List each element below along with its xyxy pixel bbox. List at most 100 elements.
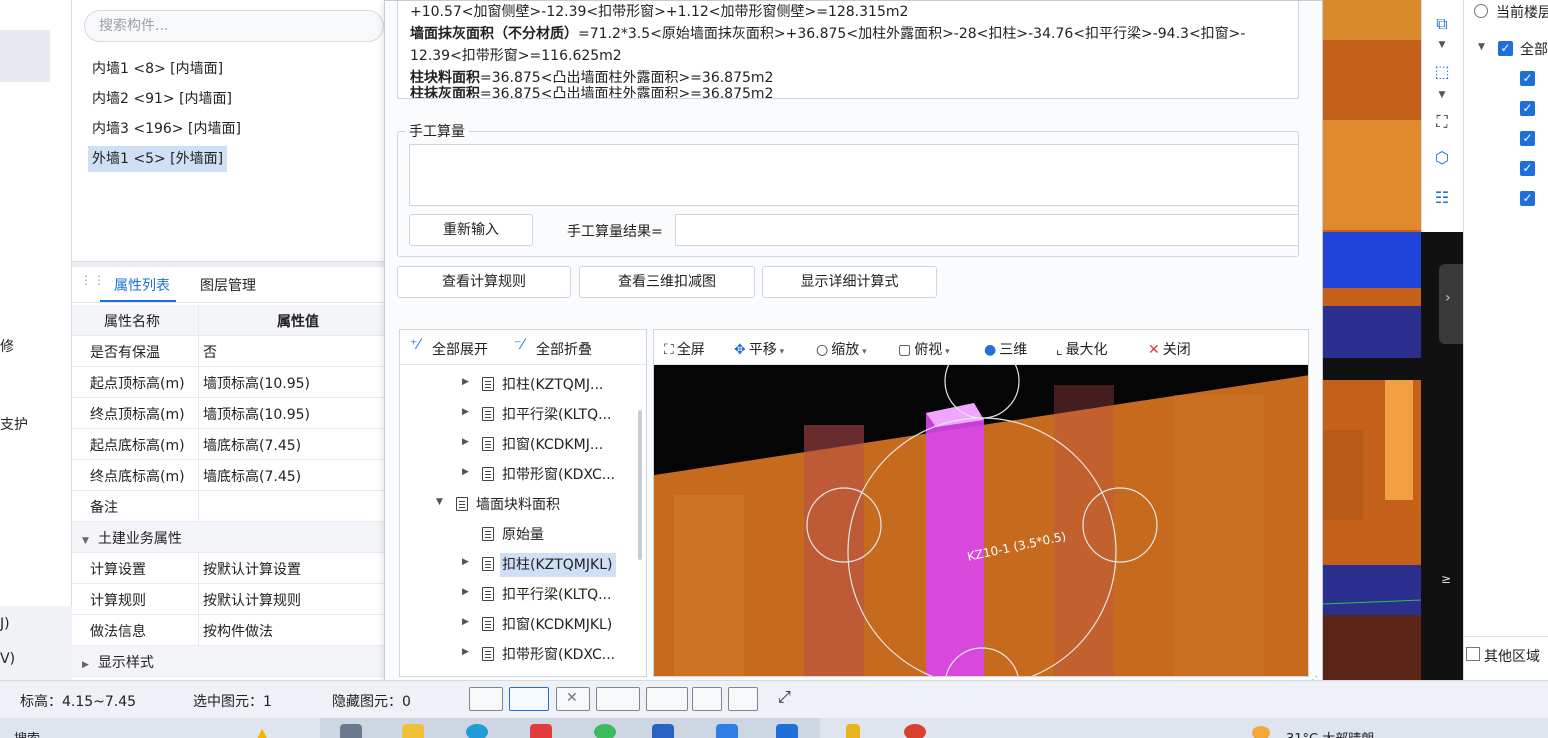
- layer-checkbox[interactable]: ✓: [1520, 131, 1535, 146]
- app-icon[interactable]: [904, 724, 926, 738]
- tree-row[interactable]: ▶ 扣窗(KCDKMJ...: [400, 430, 636, 460]
- tree-row[interactable]: ▶ 扣平行梁(KLTQ...: [400, 400, 636, 430]
- tree-row[interactable]: ▶ 扣平行梁(KLTQ...: [400, 580, 636, 610]
- cube-icon[interactable]: ⬚: [1432, 62, 1452, 82]
- component-item-selected[interactable]: 外墙1 <5> [外墙面]: [88, 146, 228, 172]
- angle-button[interactable]: [596, 687, 640, 711]
- tab-property-list[interactable]: 属性列表: [114, 275, 170, 295]
- layer-checkbox[interactable]: ✓: [1520, 161, 1535, 176]
- app-icon[interactable]: [716, 724, 738, 738]
- view-rules-button[interactable]: 查看计算规则: [397, 266, 571, 298]
- layer-checkbox[interactable]: ✓: [1520, 71, 1535, 86]
- offset-button[interactable]: [646, 687, 688, 711]
- tree-row[interactable]: ▶ 扣窗(KCDKMJKL): [400, 610, 636, 640]
- maximize-tool[interactable]: ⌞ 最大化: [1056, 339, 1108, 359]
- component-item[interactable]: 内墙1 <8> [内墙面]: [88, 56, 227, 82]
- zoom-tool[interactable]: ○ 缩放 ▾: [816, 339, 867, 359]
- property-row[interactable]: 做法信息 按构件做法: [72, 615, 390, 646]
- tree-row[interactable]: ▶ 扣带形窗(KDXC...: [400, 460, 636, 490]
- app-icon[interactable]: [594, 724, 616, 738]
- expand-arrow-icon[interactable]: ▶: [462, 407, 469, 417]
- three-d-tool[interactable]: ● 三维: [984, 339, 1027, 359]
- 3d-box-icon[interactable]: ⬡: [1432, 148, 1452, 168]
- view-3d-deduction-button[interactable]: 查看三维扣减图: [579, 266, 755, 298]
- left-edge-label[interactable]: 支护: [0, 414, 28, 434]
- component-search-input[interactable]: 搜索构件...: [84, 10, 384, 42]
- collapse-all-icon[interactable]: ⁻⁄: [514, 337, 524, 353]
- drag-handle-icon[interactable]: ⋮⋮: [80, 274, 105, 291]
- property-value[interactable]: 墙底标高(7.45): [203, 466, 390, 486]
- copilot-icon[interactable]: ▲: [256, 724, 268, 738]
- tree-row[interactable]: ▶ 扣柱(KZTQMJ...: [400, 370, 636, 400]
- pan-tool[interactable]: ✥ 平移 ▾: [734, 339, 784, 359]
- component-item[interactable]: 内墙3 <196> [内墙面]: [88, 116, 245, 142]
- property-row[interactable]: 计算设置 按默认计算设置: [72, 553, 390, 584]
- expand-arrow-icon[interactable]: ▶: [462, 467, 469, 477]
- weather-text[interactable]: 31°C 大部晴朗: [1286, 728, 1374, 738]
- side-panel-handle[interactable]: › ≥: [1421, 232, 1463, 680]
- layer-visibility-icon[interactable]: ☷: [1432, 188, 1452, 208]
- manual-result-input[interactable]: [675, 214, 1299, 246]
- expand-arrow-icon[interactable]: ▶: [462, 377, 469, 387]
- property-row[interactable]: 计算规则 按默认计算规则: [72, 584, 390, 615]
- select-region-icon[interactable]: ⛶: [1432, 112, 1452, 132]
- property-group-civil[interactable]: ▼ 土建业务属性: [72, 522, 390, 553]
- dropdown-arrow-icon[interactable]: ▼: [1432, 40, 1452, 60]
- app-icon[interactable]: [776, 724, 798, 738]
- reinput-button[interactable]: 重新输入: [409, 214, 533, 246]
- tree-row[interactable]: ▶ 扣带形窗(KDXC...: [400, 640, 636, 670]
- expand-all-button[interactable]: 全部展开: [432, 339, 488, 359]
- app-icon[interactable]: [846, 724, 860, 738]
- show-detail-formula-button[interactable]: 显示详细计算式: [762, 266, 937, 298]
- radio-current-floor[interactable]: [1474, 4, 1488, 18]
- property-value[interactable]: 墙顶标高(10.95): [203, 373, 390, 393]
- expand-arrow-icon[interactable]: ▶: [82, 660, 89, 670]
- property-row[interactable]: 备注: [72, 491, 390, 522]
- dropdown-arrow-icon[interactable]: ▼: [1432, 90, 1452, 110]
- taskview-icon[interactable]: [340, 724, 362, 738]
- left-edge-label[interactable]: V): [0, 651, 15, 667]
- layer-checkbox[interactable]: ✓: [1520, 101, 1535, 116]
- panel-toggle-tab[interactable]: [1439, 264, 1463, 344]
- collapse-all-button[interactable]: 全部折叠: [536, 339, 592, 359]
- expand-arrow-icon[interactable]: ▶: [462, 647, 469, 657]
- snap-mode-button[interactable]: [509, 687, 549, 711]
- edge-browser-icon[interactable]: [466, 724, 488, 738]
- expand-arrow-icon[interactable]: ▶: [462, 587, 469, 597]
- left-edge-label[interactable]: 修: [0, 336, 14, 356]
- expand-all-icon[interactable]: ⁺⁄: [410, 337, 420, 353]
- property-row[interactable]: 终点顶标高(m) 墙顶标高(10.95): [72, 398, 390, 429]
- other-region-checkbox[interactable]: [1466, 647, 1480, 661]
- expand-arrow-icon[interactable]: ▶: [462, 437, 469, 447]
- property-value[interactable]: 按默认计算规则: [203, 590, 390, 610]
- expand-arrow-icon[interactable]: ▶: [462, 617, 469, 627]
- 3d-canvas[interactable]: KZ10-1 (3.5*0.5): [654, 343, 1308, 676]
- tree-scrollbar[interactable]: [638, 410, 642, 560]
- expand-arrow-icon[interactable]: ▶: [462, 557, 469, 567]
- app-icon[interactable]: [652, 724, 674, 738]
- snap-endpoint-button[interactable]: [469, 687, 503, 711]
- property-value[interactable]: 按构件做法: [203, 621, 390, 641]
- main-3d-viewport[interactable]: [1323, 0, 1421, 680]
- property-row[interactable]: 起点底标高(m) 墙底标高(7.45): [72, 429, 390, 460]
- chevron-right-icon[interactable]: ›: [1445, 290, 1451, 306]
- left-edge-label[interactable]: J): [0, 616, 10, 632]
- top-view-tool[interactable]: ▢ 俯视 ▾: [898, 339, 950, 359]
- collapse-arrow-icon[interactable]: ▼: [82, 536, 89, 546]
- checkbox-all[interactable]: ✓: [1498, 41, 1513, 56]
- cross-select-button[interactable]: ✕: [556, 687, 590, 711]
- arc-button[interactable]: [728, 687, 758, 711]
- tree-row[interactable]: 原始量: [400, 520, 636, 550]
- app-icon[interactable]: [530, 724, 552, 738]
- manual-calc-textarea[interactable]: [409, 144, 1299, 206]
- property-row[interactable]: 起点顶标高(m) 墙顶标高(10.95): [72, 367, 390, 398]
- collapse-arrow-icon[interactable]: ▼: [1478, 42, 1485, 52]
- property-value[interactable]: 否: [203, 342, 390, 362]
- property-value[interactable]: 墙顶标高(10.95): [203, 404, 390, 424]
- collapse-arrow-icon[interactable]: ▼: [436, 497, 443, 507]
- property-row[interactable]: 终点底标高(m) 墙底标高(7.45): [72, 460, 390, 491]
- fullscreen-tool[interactable]: ⛶ 全屏: [664, 339, 705, 359]
- layer-checkbox[interactable]: ✓: [1520, 191, 1535, 206]
- expand-arrow-icon[interactable]: ⤢: [778, 687, 791, 707]
- display-button[interactable]: [692, 687, 722, 711]
